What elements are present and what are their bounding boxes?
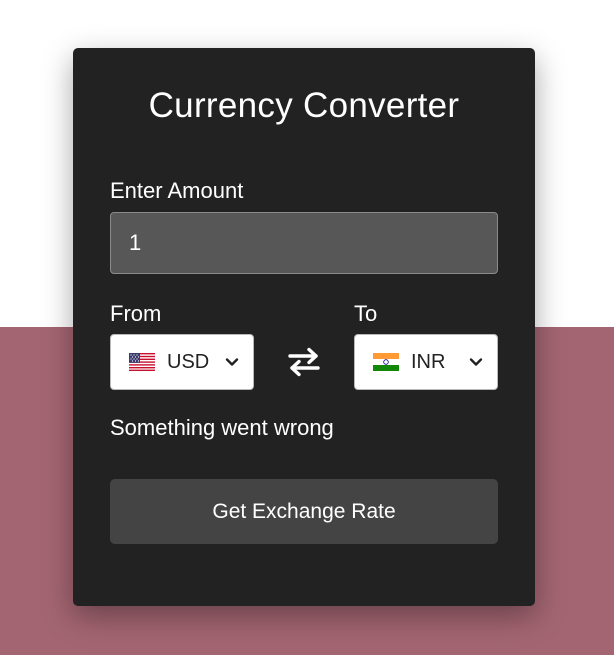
from-label: From	[110, 301, 162, 326]
get-exchange-rate-button[interactable]: Get Exchange Rate	[110, 479, 498, 544]
from-currency-select[interactable]: USD	[110, 334, 254, 390]
to-currency-code: INR	[411, 350, 446, 373]
page-title: Currency Converter	[148, 86, 460, 125]
converter-card: Currency Converter Enter Amount From To …	[73, 48, 535, 606]
amount-label: Enter Amount	[110, 178, 244, 203]
from-currency-code: USD	[167, 350, 210, 373]
amount-input[interactable]	[110, 212, 498, 274]
to-currency-select[interactable]: INR	[354, 334, 498, 390]
chevron-down-icon	[469, 358, 483, 366]
status-message: Something went wrong	[110, 415, 334, 440]
swap-currencies-icon[interactable]	[286, 346, 322, 378]
us-flag-icon	[129, 353, 155, 371]
to-label: To	[354, 301, 378, 326]
chevron-down-icon	[225, 358, 239, 366]
in-flag-icon	[373, 353, 399, 371]
